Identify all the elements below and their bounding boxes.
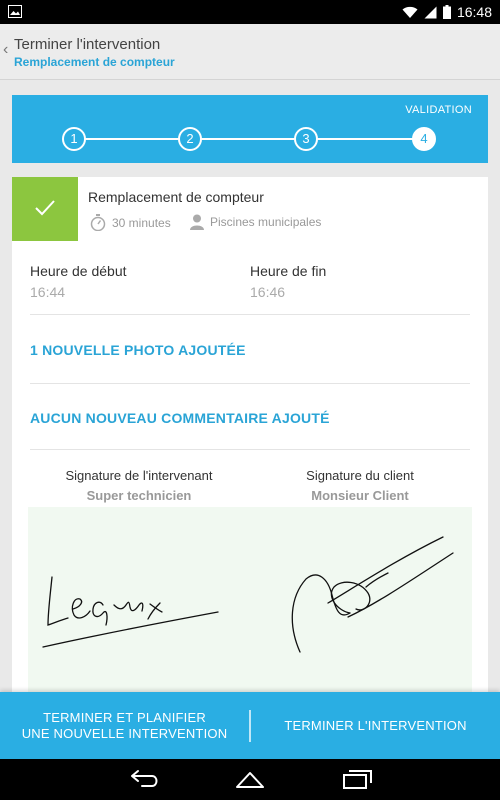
stepper-line bbox=[74, 138, 424, 140]
signature-drawings bbox=[42, 536, 454, 653]
progress-stepper: VALIDATION 1 2 3 4 bbox=[12, 95, 488, 163]
end-time-value: 16:46 bbox=[250, 284, 286, 300]
start-time-value: 16:44 bbox=[30, 284, 66, 300]
technician-signature-label: Signature de l'intervenant bbox=[65, 468, 213, 483]
step-3[interactable]: 3 bbox=[294, 127, 318, 151]
action-bar: TERMINER ET PLANIFIER UNE NOUVELLE INTER… bbox=[0, 692, 500, 759]
duration-text: 30 minutes bbox=[112, 215, 171, 230]
person-icon bbox=[190, 214, 204, 230]
task-location: Piscines municipales bbox=[190, 214, 321, 230]
technician-signature bbox=[42, 576, 219, 648]
task-title: Remplacement de compteur bbox=[88, 189, 264, 205]
divider bbox=[30, 383, 470, 384]
image-icon bbox=[8, 5, 22, 18]
step-2[interactable]: 2 bbox=[178, 127, 202, 151]
stopwatch-icon bbox=[90, 214, 106, 231]
task-duration: 30 minutes bbox=[90, 214, 171, 231]
app-bar: ‹ Terminer l'intervention Remplacement d… bbox=[0, 24, 500, 80]
client-name: Monsieur Client bbox=[311, 488, 409, 503]
step-4[interactable]: 4 bbox=[412, 127, 436, 151]
signature-pad[interactable] bbox=[28, 507, 472, 692]
start-time-label: Heure de début bbox=[30, 263, 127, 279]
back-chevron-icon[interactable]: ‹ bbox=[3, 40, 13, 60]
finish-and-plan-line1: TERMINER ET PLANIFIER bbox=[43, 709, 206, 725]
system-nav-bar bbox=[0, 759, 500, 800]
completed-badge bbox=[12, 177, 78, 241]
comments-link[interactable]: AUCUN NOUVEAU COMMENTAIRE AJOUTÉ bbox=[30, 410, 330, 426]
battery-icon bbox=[442, 5, 451, 19]
step-label: VALIDATION bbox=[405, 104, 472, 116]
finish-and-plan-button[interactable]: TERMINER ET PLANIFIER UNE NOUVELLE INTER… bbox=[0, 692, 249, 759]
page-title[interactable]: Terminer l'intervention bbox=[14, 36, 160, 53]
status-time: 16:48 bbox=[456, 4, 492, 20]
technician-name: Super technicien bbox=[86, 488, 192, 503]
divider bbox=[30, 314, 470, 315]
client-signature bbox=[291, 536, 454, 653]
page-subtitle: Remplacement de compteur bbox=[14, 55, 175, 69]
finish-and-plan-line2: UNE NOUVELLE INTERVENTION bbox=[21, 725, 228, 741]
photos-link[interactable]: 1 NOUVELLE PHOTO AJOUTÉE bbox=[30, 342, 246, 358]
finish-intervention-button[interactable]: TERMINER L'INTERVENTION bbox=[251, 692, 500, 759]
divider bbox=[30, 449, 470, 450]
nav-back-icon[interactable] bbox=[124, 767, 164, 793]
end-time-label: Heure de fin bbox=[250, 263, 327, 279]
status-bar: 16:48 bbox=[0, 0, 500, 24]
step-1[interactable]: 1 bbox=[62, 127, 86, 151]
nav-recent-apps-icon[interactable] bbox=[338, 767, 378, 793]
wifi-icon bbox=[402, 6, 418, 18]
check-icon bbox=[35, 200, 55, 216]
location-text: Piscines municipales bbox=[210, 215, 322, 229]
client-signature-label: Signature du client bbox=[306, 468, 414, 483]
nav-home-icon[interactable] bbox=[230, 767, 270, 793]
signal-icon bbox=[424, 6, 437, 18]
